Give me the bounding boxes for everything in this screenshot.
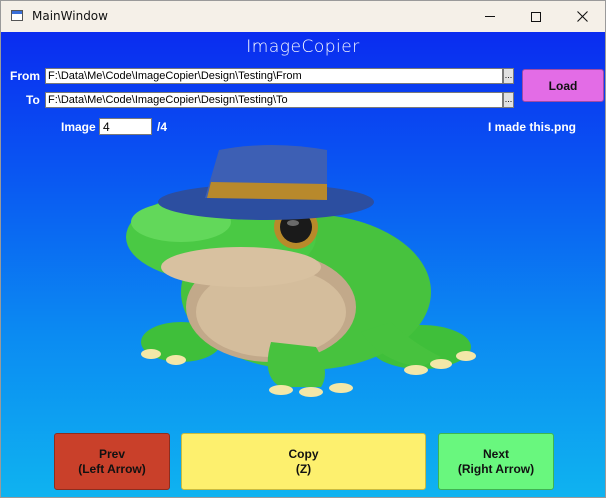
next-button-shortcut: (Right Arrow) <box>457 461 535 476</box>
window-app-icon <box>11 10 23 21</box>
prev-button-shortcut: (Left Arrow) <box>78 461 146 476</box>
image-label: Image <box>61 120 96 134</box>
prev-button[interactable]: Prev (Left Arrow) <box>54 433 170 490</box>
close-icon <box>576 11 588 22</box>
from-label: From <box>10 69 40 83</box>
image-total: /4 <box>157 120 168 134</box>
window-title: MainWindow <box>32 9 108 23</box>
to-label: To <box>26 93 40 107</box>
title-bar: MainWindow <box>1 1 605 32</box>
prev-button-label: Prev <box>98 446 126 461</box>
frog-image <box>126 145 476 397</box>
from-path-input[interactable] <box>45 68 503 84</box>
to-path-input[interactable] <box>45 92 503 108</box>
copy-button-shortcut: (Z) <box>295 461 312 476</box>
image-filename: I made this.png <box>488 120 577 134</box>
close-button[interactable] <box>559 1 605 32</box>
to-browse-button[interactable]: ... <box>503 92 514 108</box>
client-area: ImageCopier From ... To ... Load Image /… <box>1 32 605 497</box>
load-button[interactable]: Load <box>522 69 604 102</box>
minimize-button[interactable] <box>467 1 513 32</box>
app-heading: ImageCopier <box>246 37 360 57</box>
copy-button[interactable]: Copy (Z) <box>181 433 426 490</box>
next-button-label: Next <box>482 446 509 461</box>
next-button[interactable]: Next (Right Arrow) <box>438 433 554 490</box>
minimize-icon <box>485 16 495 17</box>
maximize-button[interactable] <box>513 1 559 32</box>
from-browse-button[interactable]: ... <box>503 68 514 84</box>
copy-button-label: Copy <box>288 446 319 461</box>
maximize-icon <box>531 11 541 22</box>
main-window: MainWindow ImageCopier From ... To ... L… <box>0 0 606 498</box>
image-number-input[interactable] <box>99 118 152 135</box>
